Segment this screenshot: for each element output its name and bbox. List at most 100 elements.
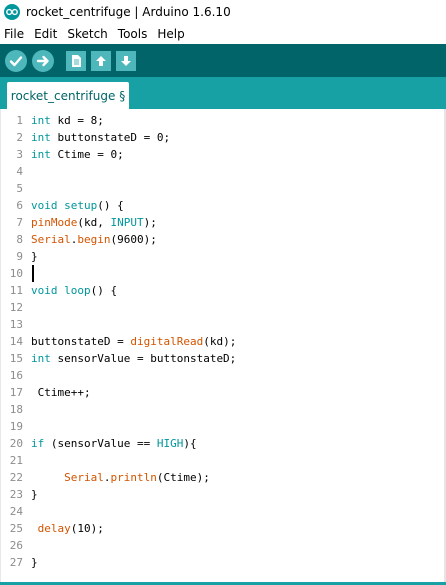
code-token: } [31, 556, 38, 569]
code-line[interactable]: 8 Serial.begin(9600); [1, 231, 446, 248]
tab-bar: rocket_centrifuge § [0, 77, 446, 109]
code-text: Ctime++; [31, 384, 91, 401]
line-number: 16 [9, 369, 23, 382]
function-token: println [110, 471, 157, 484]
code-text: } [31, 554, 38, 571]
code-line[interactable]: 20 if (sensorValue == HIGH){ [1, 435, 446, 452]
line-number: 9 [16, 250, 23, 263]
function-token: pinMode [31, 216, 78, 229]
code-line[interactable]: 26 [1, 537, 446, 554]
line-number: 20 [9, 437, 23, 450]
code-text: buttonstateD = digitalRead(kd); [31, 333, 236, 350]
code-line[interactable]: 9} [1, 248, 446, 265]
verify-icon [9, 55, 23, 66]
code-line[interactable]: 12 [1, 299, 446, 316]
code-line[interactable]: 14 buttonstateD = digitalRead(kd); [1, 333, 446, 350]
code-line[interactable]: 1 int kd = 8; [1, 112, 446, 129]
code-line[interactable]: 18 [1, 401, 446, 418]
function-token: begin [77, 233, 111, 246]
line-number: 25 [9, 522, 23, 535]
line-number: 1 [16, 114, 23, 127]
code-line[interactable]: 2 int buttonstateD = 0; [1, 129, 446, 146]
line-number: 24 [9, 505, 23, 518]
line-number: 11 [9, 284, 23, 297]
code-token: (10); [70, 522, 104, 535]
line-number: 7 [16, 216, 23, 229]
code-token: ){ [183, 437, 197, 450]
code-line[interactable]: 4 [1, 163, 446, 180]
function-token: Serial [64, 471, 104, 484]
line-number: 21 [9, 454, 23, 467]
open-icon [96, 55, 106, 66]
menu-file[interactable]: File [0, 27, 29, 41]
line-number: 19 [9, 420, 23, 433]
code-line[interactable]: 6 void setup() { [1, 197, 446, 214]
code-line[interactable]: 19 [1, 418, 446, 435]
line-number: 27 [9, 556, 23, 569]
code-line[interactable]: 27} [1, 554, 446, 571]
code-line[interactable]: 24 [1, 503, 446, 520]
menu-sketch[interactable]: Sketch [62, 27, 112, 41]
code-token: Ctime++; [31, 386, 91, 399]
code-text: int kd = 8; [31, 112, 104, 129]
keyword-token: int [31, 352, 51, 365]
code-token: . [103, 471, 111, 484]
code-token: ); [143, 216, 157, 229]
tab-rocket-centrifuge[interactable]: rocket_centrifuge § [7, 82, 129, 109]
arduino-logo-icon [4, 4, 20, 20]
line-number: 18 [9, 403, 23, 416]
menu-edit[interactable]: Edit [29, 27, 62, 41]
keyword-token: HIGH [156, 437, 184, 450]
menu-help[interactable]: Help [152, 27, 189, 41]
code-text: void setup() { [31, 197, 124, 214]
open-sketch-button[interactable] [91, 50, 111, 71]
line-number: 12 [9, 301, 23, 314]
code-line[interactable]: 21 [1, 452, 446, 469]
code-text: } [31, 248, 38, 265]
code-line[interactable]: 17 Ctime++; [1, 384, 446, 401]
text-cursor [32, 265, 34, 282]
code-token: () { [97, 199, 124, 212]
code-token: (kd, [77, 216, 111, 229]
code-line[interactable]: 3 int Ctime = 0; [1, 146, 446, 163]
menu-bar: File Edit Sketch Tools Help [0, 24, 446, 44]
code-line[interactable]: 7 pinMode(kd, INPUT); [1, 214, 446, 231]
code-text: pinMode(kd, INPUT); [31, 214, 157, 231]
code-line[interactable]: 15 int sensorValue = buttonstateD; [1, 350, 446, 367]
keyword-token: void [31, 199, 58, 212]
verify-button[interactable] [5, 49, 27, 72]
code-line[interactable]: 23} [1, 486, 446, 503]
keyword-token: int [31, 131, 51, 144]
keyword-token: int [31, 114, 51, 127]
line-number: 3 [16, 148, 23, 161]
code-token: (Ctime); [156, 471, 210, 484]
code-line[interactable]: 22 Serial.println(Ctime); [1, 469, 446, 486]
code-text: if (sensorValue == HIGH){ [31, 435, 197, 452]
code-text: void loop() { [31, 282, 117, 299]
line-number: 8 [16, 233, 23, 246]
code-text: Serial.begin(9600); [31, 231, 157, 248]
code-line[interactable]: 13 [1, 316, 446, 333]
code-line[interactable]: 11 void loop() { [1, 282, 446, 299]
upload-button[interactable] [32, 49, 54, 72]
line-number: 2 [16, 131, 23, 144]
line-number: 5 [16, 182, 23, 195]
line-number: 23 [9, 488, 23, 501]
code-line[interactable]: 5 [1, 180, 446, 197]
new-sketch-button[interactable] [66, 50, 86, 71]
code-editor[interactable]: 1 int kd = 8; 2 int buttonstateD = 0; 3 int C… [0, 109, 446, 582]
line-number: 14 [9, 335, 23, 348]
code-line[interactable]: 16 [1, 367, 446, 384]
line-number: 4 [16, 165, 23, 178]
function-token: digitalRead [130, 335, 204, 348]
keyword-token: INPUT [110, 216, 144, 229]
tab-label: rocket_centrifuge § [10, 88, 126, 103]
upload-icon [36, 55, 49, 66]
line-number: 10 [9, 267, 23, 280]
save-sketch-button[interactable] [116, 50, 136, 71]
code-line[interactable]: 25 delay(10); [1, 520, 446, 537]
menu-tools[interactable]: Tools [113, 27, 153, 41]
line-number: 17 [9, 386, 23, 399]
code-line[interactable]: 10 [1, 265, 446, 282]
